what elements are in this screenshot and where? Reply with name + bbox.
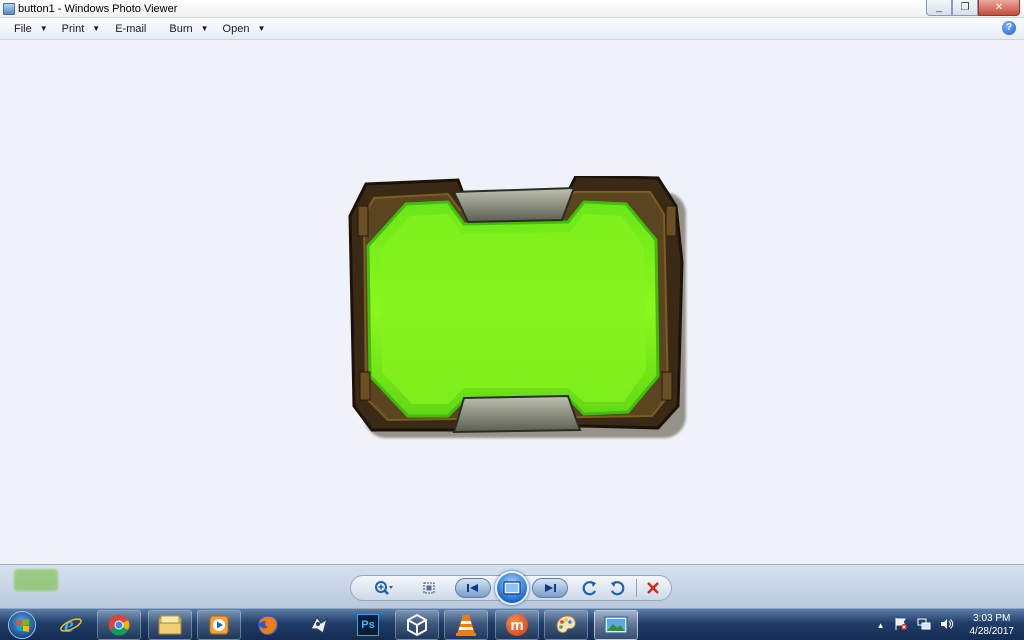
image-viewport bbox=[0, 41, 1024, 564]
green-button-image bbox=[348, 174, 686, 438]
unity-icon bbox=[407, 613, 427, 637]
close-button[interactable]: ✕ bbox=[978, 0, 1020, 16]
taskbar-vlc[interactable] bbox=[444, 610, 488, 640]
window-controls: _ ❐ ✕ bbox=[926, 0, 1020, 16]
taskbar-media-player[interactable] bbox=[197, 610, 241, 640]
help-button[interactable]: ? bbox=[1002, 21, 1016, 35]
caret-down-icon: ▼ bbox=[92, 24, 101, 33]
system-tray: ▲ 3:03 PM 4/28/2017 bbox=[868, 609, 1014, 640]
caret-down-icon: ▼ bbox=[257, 24, 266, 33]
actual-size-button[interactable] bbox=[419, 579, 439, 597]
actual-size-icon bbox=[423, 582, 435, 594]
maximize-button[interactable]: ❐ bbox=[952, 0, 978, 16]
delete-button[interactable] bbox=[643, 579, 663, 597]
taskbar-firefox[interactable] bbox=[246, 610, 290, 640]
jetbrains-icon bbox=[310, 615, 329, 634]
ghost-thumbnail bbox=[14, 569, 58, 591]
displayed-image bbox=[348, 174, 694, 442]
file-explorer-icon bbox=[158, 615, 182, 635]
slideshow-button[interactable] bbox=[495, 571, 529, 605]
delete-icon bbox=[647, 582, 659, 594]
menu-burn-label: Burn bbox=[169, 22, 193, 35]
viewer-control-bar bbox=[0, 564, 1024, 608]
taskbar-photo-viewer[interactable] bbox=[594, 610, 638, 640]
taskbar-app-m[interactable]: m bbox=[495, 610, 539, 640]
app-m-icon-text: m bbox=[510, 616, 524, 634]
taskbar-unity[interactable] bbox=[395, 610, 439, 640]
paint-icon bbox=[556, 615, 576, 634]
app-m-icon: m bbox=[506, 614, 528, 636]
zoom-button[interactable] bbox=[374, 579, 394, 597]
control-separator bbox=[636, 579, 637, 597]
next-button[interactable] bbox=[532, 578, 568, 598]
photoshop-icon: Ps bbox=[357, 614, 379, 636]
menu-burn[interactable]: Burn ▼ bbox=[169, 23, 208, 35]
photo-viewer-icon bbox=[604, 616, 628, 634]
start-button[interactable] bbox=[2, 610, 42, 640]
rotate-counterclockwise-button[interactable] bbox=[580, 579, 600, 597]
taskbar-internet-explorer[interactable]: e bbox=[49, 610, 93, 640]
action-center-flag-icon[interactable] bbox=[894, 617, 908, 634]
volume-icon[interactable] bbox=[940, 617, 954, 634]
menu-open[interactable]: Open ▼ bbox=[223, 23, 266, 35]
rotate-clockwise-button[interactable] bbox=[607, 579, 627, 597]
taskbar-chrome[interactable] bbox=[97, 610, 141, 640]
title-bar: button1 - Windows Photo Viewer _ ❐ ✕ bbox=[0, 0, 1024, 18]
taskbar-paint[interactable] bbox=[544, 610, 588, 640]
network-icon[interactable] bbox=[917, 617, 931, 634]
rotate-clockwise-icon bbox=[611, 581, 625, 596]
previous-button[interactable] bbox=[455, 578, 491, 598]
rotate-counterclockwise-icon bbox=[582, 581, 596, 596]
next-icon bbox=[545, 584, 556, 592]
show-hidden-icons-button[interactable]: ▲ bbox=[877, 621, 885, 630]
caret-down-icon: ▼ bbox=[39, 24, 48, 33]
clock[interactable]: 3:03 PM 4/28/2017 bbox=[970, 612, 1015, 638]
caret-down-icon: ▼ bbox=[200, 24, 209, 33]
clock-date: 4/28/2017 bbox=[969, 626, 1015, 637]
minimize-button[interactable]: _ bbox=[926, 0, 952, 16]
taskbar: e Ps m ▲ 3:03 PM 4/28/2017 bbox=[0, 608, 1024, 640]
menu-email[interactable]: E-mail bbox=[115, 23, 146, 35]
internet-explorer-icon: e bbox=[60, 613, 82, 637]
menu-file[interactable]: File ▼ bbox=[14, 23, 48, 35]
svg-text:e: e bbox=[64, 613, 74, 637]
slideshow-icon bbox=[503, 581, 521, 595]
taskbar-file-explorer[interactable] bbox=[148, 610, 192, 640]
window-title: button1 - Windows Photo Viewer bbox=[18, 2, 178, 15]
menu-open-label: Open bbox=[222, 22, 250, 35]
menu-print-label: Print bbox=[61, 22, 85, 35]
menu-print[interactable]: Print ▼ bbox=[62, 23, 101, 35]
clock-time: 3:03 PM bbox=[973, 613, 1011, 624]
photo-viewer-app-icon bbox=[3, 2, 15, 15]
menu-file-label: File bbox=[14, 22, 32, 35]
previous-icon bbox=[467, 584, 478, 592]
firefox-icon bbox=[258, 615, 278, 635]
taskbar-photoshop[interactable]: Ps bbox=[346, 610, 390, 640]
media-player-icon bbox=[209, 615, 229, 635]
menu-email-label: E-mail bbox=[115, 22, 147, 35]
photoshop-icon-text: Ps bbox=[361, 619, 375, 631]
zoom-icon bbox=[375, 581, 393, 595]
menu-bar: File ▼ Print ▼ E-mail Burn ▼ Open ▼ ? bbox=[0, 18, 1024, 40]
chrome-icon bbox=[108, 614, 130, 636]
taskbar-jetbrains[interactable] bbox=[297, 610, 341, 640]
windows-logo-icon bbox=[8, 611, 36, 639]
vlc-icon bbox=[456, 615, 476, 636]
